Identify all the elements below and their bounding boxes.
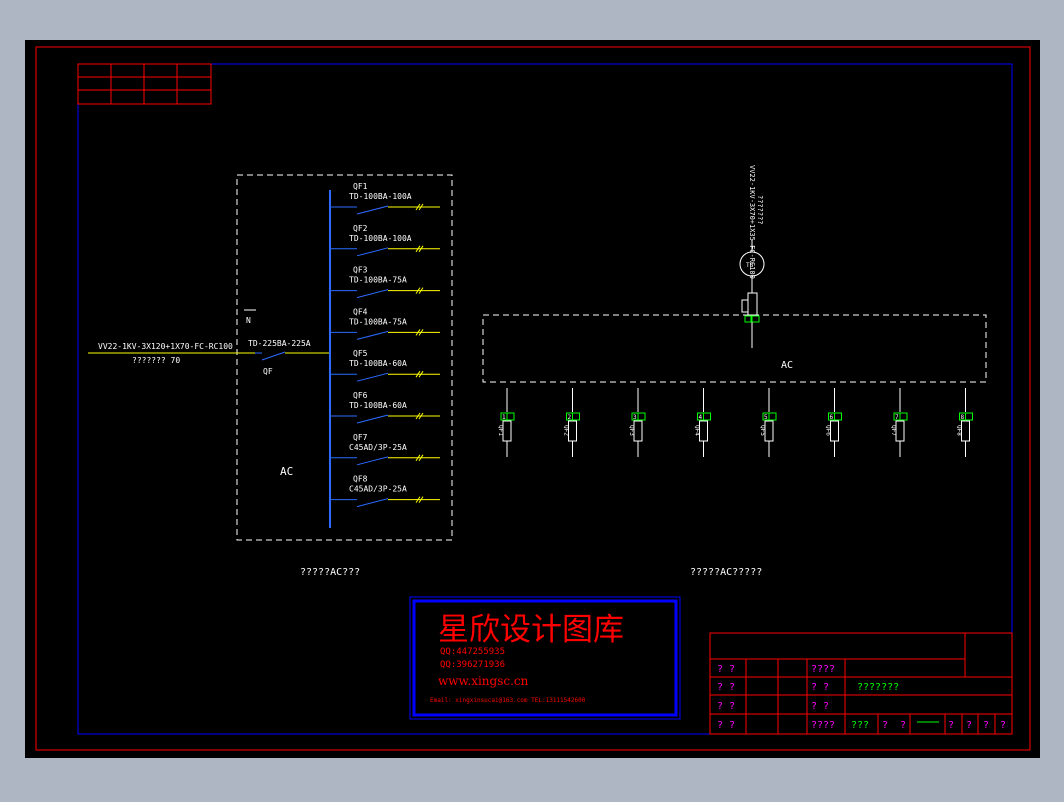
- tb-r4c3: ????: [811, 720, 835, 731]
- tb-r4c6: ?: [900, 720, 906, 731]
- feeder-name: QF6: [825, 425, 832, 436]
- main-breaker-label: QF: [263, 367, 273, 376]
- feeder-name: QF3: [628, 425, 635, 436]
- breaker-spec: TD-100BA-75A: [349, 317, 407, 326]
- breaker-name: QF7: [353, 433, 368, 442]
- left-panel-label: AC: [280, 465, 293, 478]
- tb-r3c1: ? ?: [717, 701, 735, 712]
- feeder-id: 5: [764, 414, 768, 421]
- feeder-name: QF1: [497, 425, 504, 436]
- tb-r4c11: ?: [1000, 720, 1006, 731]
- breaker-name: QF8: [353, 475, 368, 484]
- incoming-cable-label: VV22-1KV-3X120+1X70-FC-RC100: [98, 342, 233, 351]
- breaker-spec: TD-100BA-100A: [349, 234, 412, 243]
- breaker-spec: C45AD/3P-25A: [349, 485, 407, 494]
- tb-r4c1: ? ?: [717, 720, 735, 731]
- breaker-name: QF2: [353, 224, 368, 233]
- neutral-label: N: [246, 316, 251, 325]
- breaker-name: QF5: [353, 349, 368, 358]
- feeder-id: 4: [699, 414, 703, 421]
- breaker-name: QF1: [353, 182, 368, 191]
- breaker-name: QF4: [353, 307, 368, 316]
- feeder-id: 6: [830, 414, 834, 421]
- incoming-sub-label: ??????? 70: [132, 356, 180, 365]
- stamp-qq1: QQ:447255935: [440, 647, 505, 657]
- stamp-email: Email: xingxinsucai@163.com TEL:13111542…: [430, 697, 586, 704]
- feeder-id: 2: [568, 414, 572, 421]
- feeder-name: QF8: [956, 425, 963, 436]
- feeder-id: 1: [502, 414, 506, 421]
- tb-r4c5: ?: [882, 720, 888, 731]
- tb-r2c3: ? ?: [811, 682, 829, 693]
- tb-r4c8: ?: [948, 720, 954, 731]
- tb-r2c1: ? ?: [717, 682, 735, 693]
- drawing-canvas: VV22-1KV-3X120+1X70-FC-RC100 ??????? 70 …: [25, 40, 1040, 758]
- cad-viewport[interactable]: VV22-1KV-3X120+1X70-FC-RC100 ??????? 70 …: [0, 0, 1064, 798]
- left-caption: ?????AC???: [300, 567, 360, 578]
- stamp-title: 星欣设计图库: [438, 612, 624, 648]
- feeder-id: 8: [961, 414, 965, 421]
- breaker-spec: TD-100BA-100A: [349, 192, 412, 201]
- breaker-spec: TD-100BA-60A: [349, 359, 407, 368]
- tb-r4c4: ???: [851, 720, 869, 731]
- breaker-spec: TD-100BA-60A: [349, 401, 407, 410]
- feeder-id: 7: [895, 414, 899, 421]
- breaker-spec: TD-100BA-75A: [349, 276, 407, 285]
- feeder-name: QF2: [563, 425, 570, 436]
- drawing-background: [25, 40, 1040, 758]
- tb-r1c1: ? ?: [717, 664, 735, 675]
- stamp-qq2: QQ:396271936: [440, 660, 505, 670]
- breaker-spec: C45AD/3P-25A: [349, 443, 407, 452]
- feeder-name: QF4: [694, 425, 701, 436]
- right-cable-sub: ???????: [756, 195, 764, 225]
- right-panel-label: AC: [781, 360, 793, 371]
- stamp-website: www.xingsc.cn: [438, 674, 529, 688]
- tb-r1c3: ????: [811, 664, 835, 675]
- tb-r2c4: ???????: [857, 682, 899, 693]
- breaker-name: QF3: [353, 266, 368, 275]
- tb-r4c9: ?: [966, 720, 972, 731]
- tb-r3c3: ? ?: [811, 701, 829, 712]
- feeder-name: QF5: [759, 425, 766, 436]
- right-caption: ?????AC?????: [690, 567, 762, 578]
- breaker-name: QF6: [353, 391, 368, 400]
- meter-label: TB: [746, 262, 754, 269]
- feeder-name: QF7: [890, 425, 897, 436]
- main-breaker-spec: TD-225BA-225A: [248, 339, 311, 348]
- feeder-id: 3: [633, 414, 637, 421]
- tb-r4c10: ?: [983, 720, 989, 731]
